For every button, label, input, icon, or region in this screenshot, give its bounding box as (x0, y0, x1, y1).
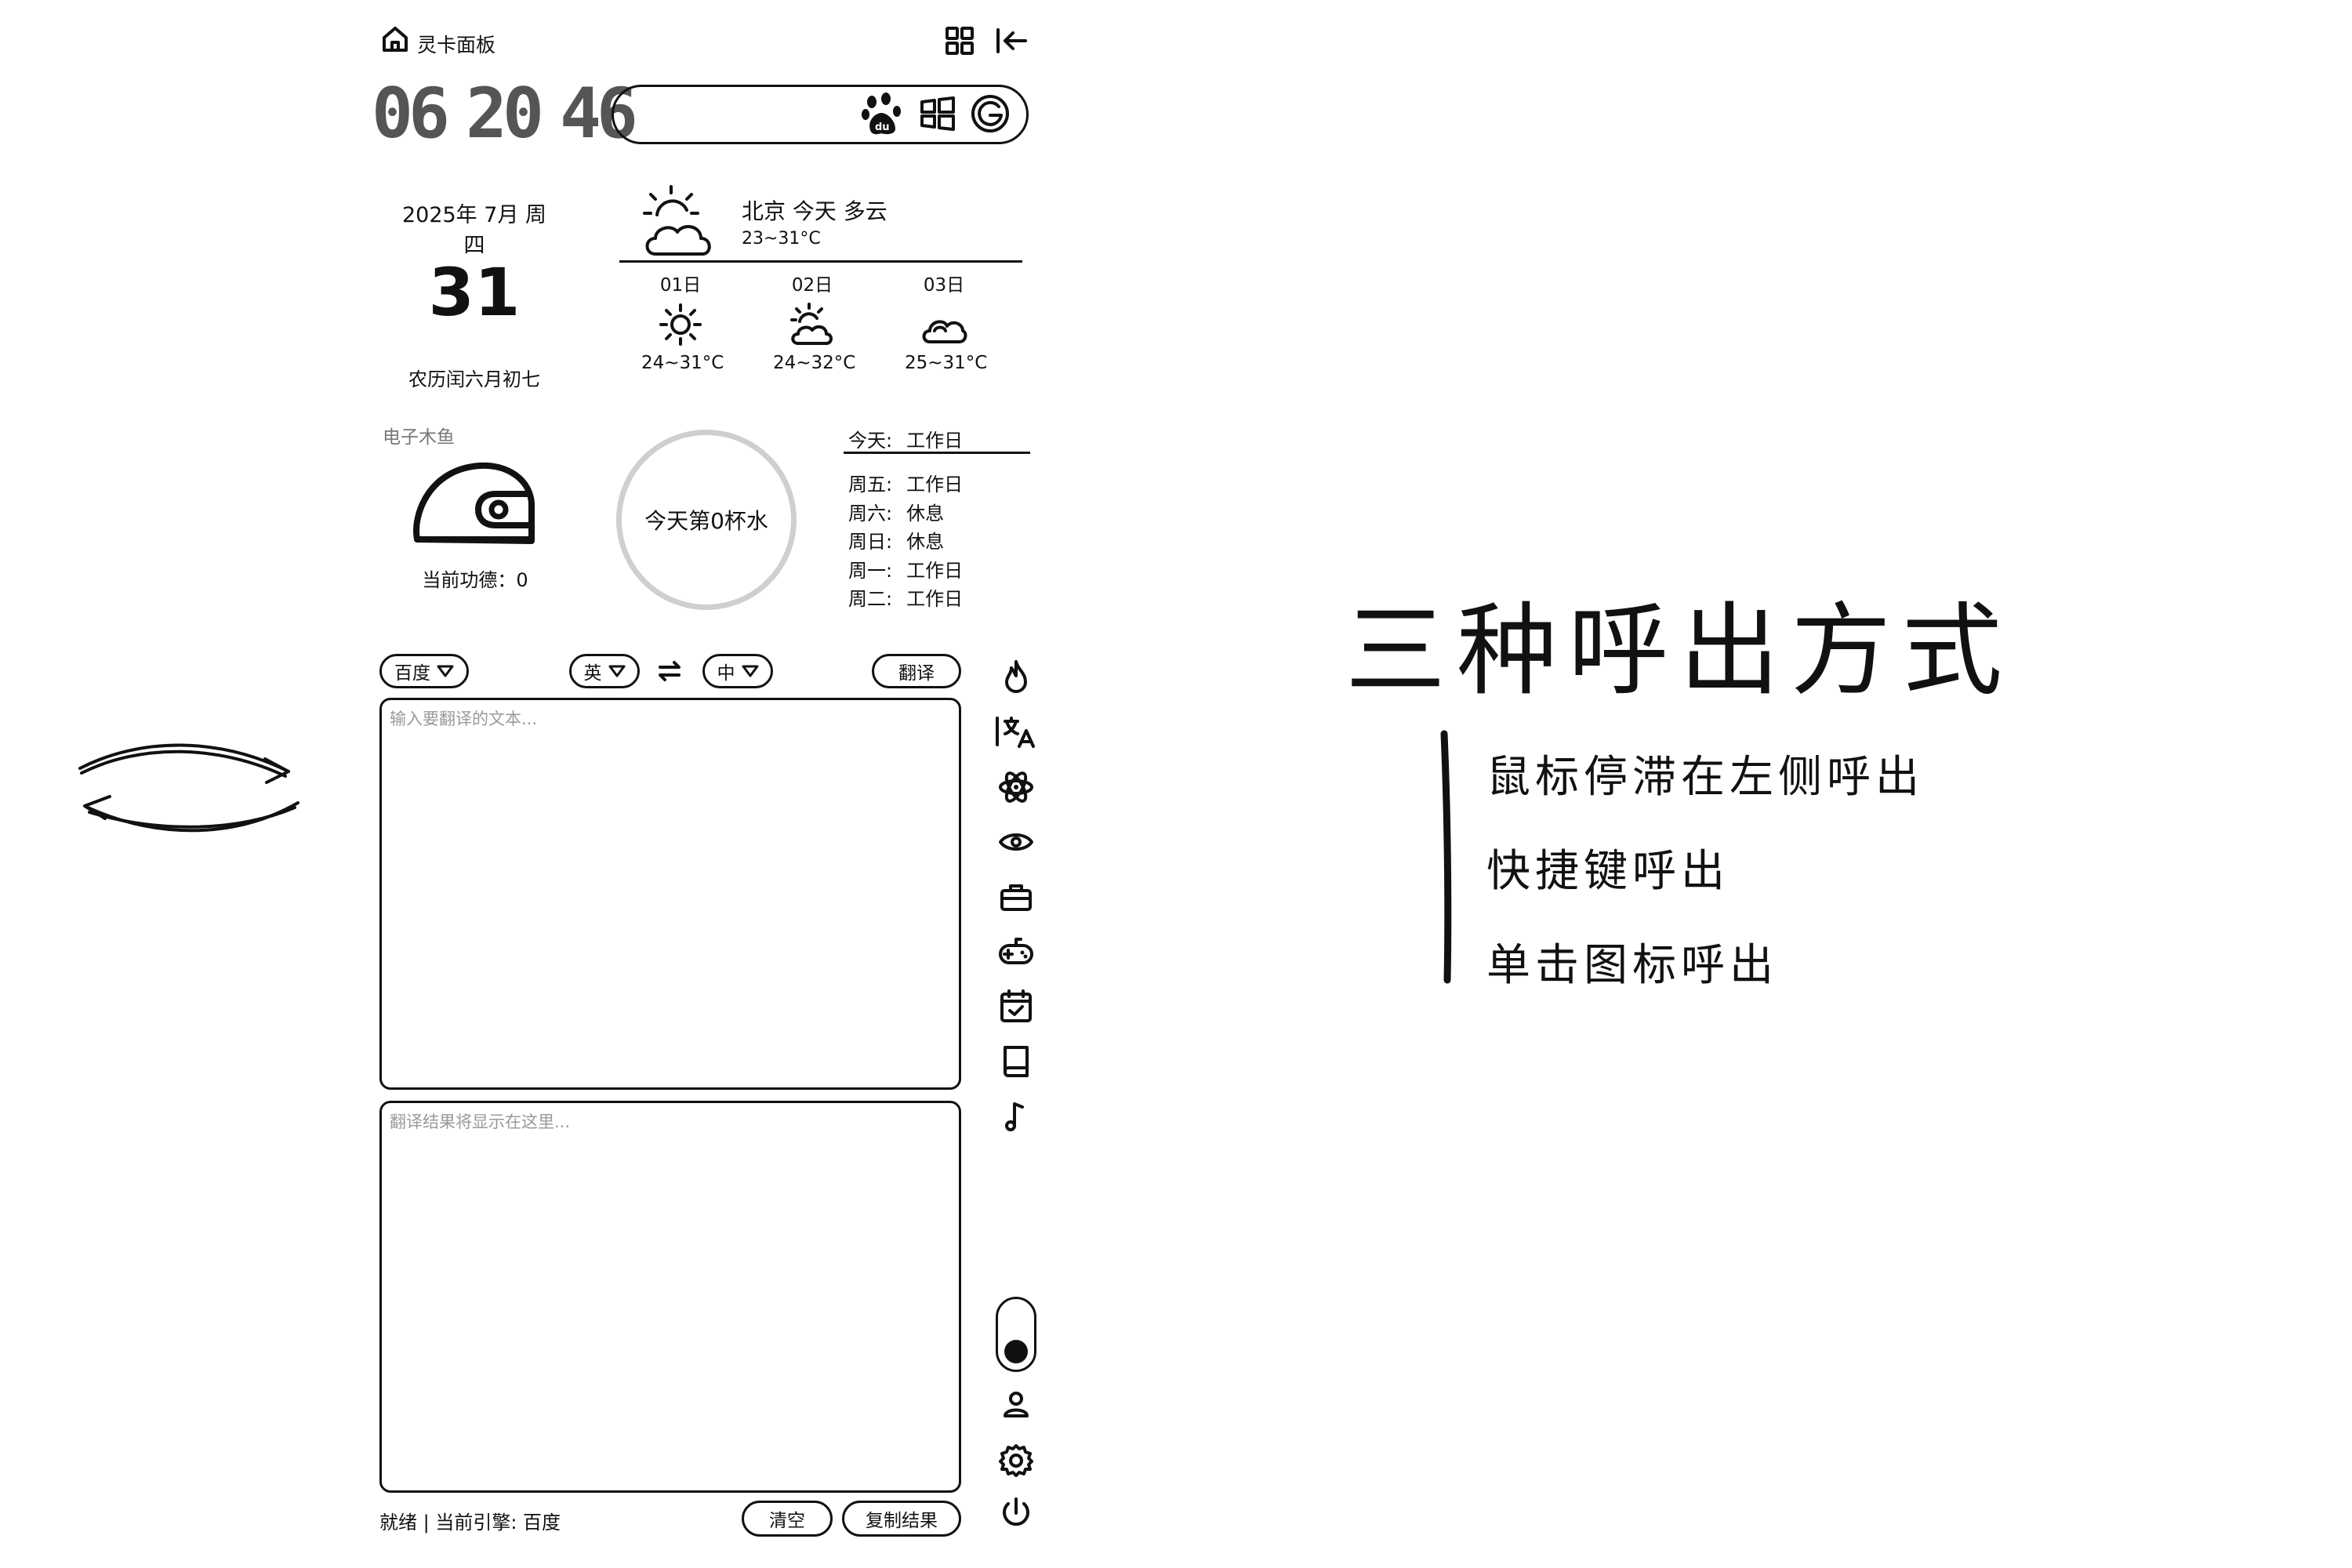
schedule-day: 周五: (848, 474, 893, 495)
schedule-day: 周一: (848, 559, 893, 582)
swap-lang-icon[interactable] (655, 657, 684, 685)
eye-icon[interactable] (994, 820, 1038, 864)
google-icon[interactable] (969, 93, 1011, 135)
translate-icon[interactable] (994, 710, 1038, 754)
power-icon[interactable] (994, 1491, 1038, 1535)
source-lang-label: 英 (583, 663, 602, 684)
schedule-today: 今天: 工作日 (848, 425, 963, 452)
theme-toggle[interactable] (996, 1297, 1036, 1372)
target-lang-select[interactable]: 中 (702, 654, 773, 688)
chevron-down-icon (437, 665, 454, 677)
fire-icon[interactable] (994, 655, 1038, 699)
wooden-fish-icon[interactable] (411, 459, 539, 554)
date-line: 2025年 7月 周四 (401, 203, 547, 258)
atom-icon[interactable] (994, 765, 1038, 809)
schedule-day: 今天: (848, 430, 893, 452)
schedule-day: 周日: (848, 531, 893, 553)
schedule-list: 周五: 工作日 周六: 休息 周日: 休息 周一: 工作日 周二: 工作日 (848, 470, 963, 614)
clock-minutes: 20 (465, 73, 544, 154)
toggle-knob (1004, 1340, 1028, 1363)
schedule-row: 周五: 工作日 (848, 470, 963, 499)
translate-button[interactable]: 翻译 (872, 654, 961, 688)
annotation-bracket (1440, 730, 1452, 984)
forecast-date: 03日 (923, 275, 965, 296)
copy-result-button[interactable]: 复制结果 (842, 1501, 961, 1537)
music-note-icon[interactable] (994, 1094, 1038, 1138)
weather-range: 23~31°C (742, 229, 821, 249)
source-lang-select[interactable]: 英 (569, 654, 640, 688)
forecast-date: 01日 (659, 275, 702, 296)
engine-select-label: 百度 (394, 663, 430, 684)
schedule-row: 周一: 工作日 (848, 557, 963, 586)
date-day: 31 (428, 254, 521, 331)
schedule-status: 工作日 (906, 559, 964, 582)
schedule-status: 休息 (906, 502, 945, 524)
user-icon[interactable] (994, 1383, 1038, 1427)
forecast-range: 25~31°C (905, 353, 988, 373)
target-lang-label: 中 (717, 663, 735, 684)
collapse-icon[interactable] (994, 25, 1029, 56)
grid-icon[interactable] (944, 25, 975, 56)
gear-icon[interactable] (994, 1438, 1038, 1482)
status-text: 就绪 | 当前引擎: 百度 (379, 1512, 561, 1534)
svg-text:du: du (875, 122, 890, 133)
annotation-item: 快捷键呼出 (1486, 846, 1730, 897)
forecast-day: 01日 24~31°C (641, 270, 724, 373)
forecast-range: 24~32°C (773, 353, 856, 373)
forecast-day: 03日 25~31°C (905, 270, 988, 373)
search-input[interactable] (612, 85, 1029, 144)
baidu-icon[interactable]: du (859, 91, 906, 138)
app-title: 灵卡面板 (417, 34, 496, 56)
annotation-item: 单击图标呼出 (1486, 940, 1778, 991)
muyu-title: 电子木鱼 (383, 427, 455, 448)
forecast-range: 24~31°C (641, 353, 724, 373)
schedule-row: 周日: 休息 (848, 528, 963, 557)
annotation-item: 鼠标停滞在左侧呼出 (1486, 752, 1924, 803)
schedule-status: 工作日 (906, 588, 964, 610)
sun-icon (659, 303, 702, 346)
gamepad-icon[interactable] (994, 930, 1038, 974)
forecast-date: 02日 (791, 275, 833, 296)
clear-button[interactable]: 清空 (742, 1501, 833, 1537)
engine-select[interactable]: 百度 (379, 654, 469, 688)
partly-cloudy-icon (790, 303, 833, 345)
clock-hours: 06 (372, 73, 450, 154)
calendar-check-icon[interactable] (994, 985, 1038, 1029)
lunar-date: 农历闰六月初七 (408, 368, 540, 390)
schedule-divider (844, 452, 1030, 454)
schedule-row: 周六: 休息 (848, 499, 963, 528)
home-icon[interactable] (381, 25, 409, 53)
schedule-row: 周二: 工作日 (848, 585, 963, 614)
water-label: 今天第0杯水 (644, 508, 768, 534)
schedule-status: 休息 (906, 531, 945, 553)
toolbox-icon[interactable] (994, 875, 1038, 919)
merit-counter: 当前功德：0 (422, 569, 528, 591)
output-placeholder: 翻译结果将显示在这里... (390, 1112, 571, 1131)
book-icon[interactable] (994, 1040, 1038, 1083)
cloud-icon (922, 320, 967, 343)
forecast-day: 02日 24~32°C (773, 270, 856, 373)
chevron-down-icon (608, 665, 625, 677)
windows-icon[interactable] (919, 96, 956, 132)
schedule-day: 周六: (848, 502, 893, 524)
chevron-down-icon (742, 665, 758, 677)
partly-cloudy-icon (643, 185, 711, 256)
water-counter[interactable]: 今天第0杯水 (616, 430, 797, 610)
swap-arrows-illustration (78, 743, 299, 833)
schedule-status: 工作日 (906, 474, 964, 495)
schedule-status: 工作日 (906, 430, 964, 452)
input-placeholder: 输入要翻译的文本... (390, 710, 538, 728)
weather-summary: 北京 今天 多云 (742, 198, 887, 224)
annotation-title: 三种呼出方式 (1345, 593, 2014, 710)
result-text-output[interactable]: 翻译结果将显示在这里... (379, 1101, 961, 1493)
weather-divider (619, 260, 1022, 263)
source-text-input[interactable]: 输入要翻译的文本... (379, 698, 961, 1090)
clock: 06 20 46 (372, 71, 638, 157)
schedule-day: 周二: (848, 588, 893, 610)
